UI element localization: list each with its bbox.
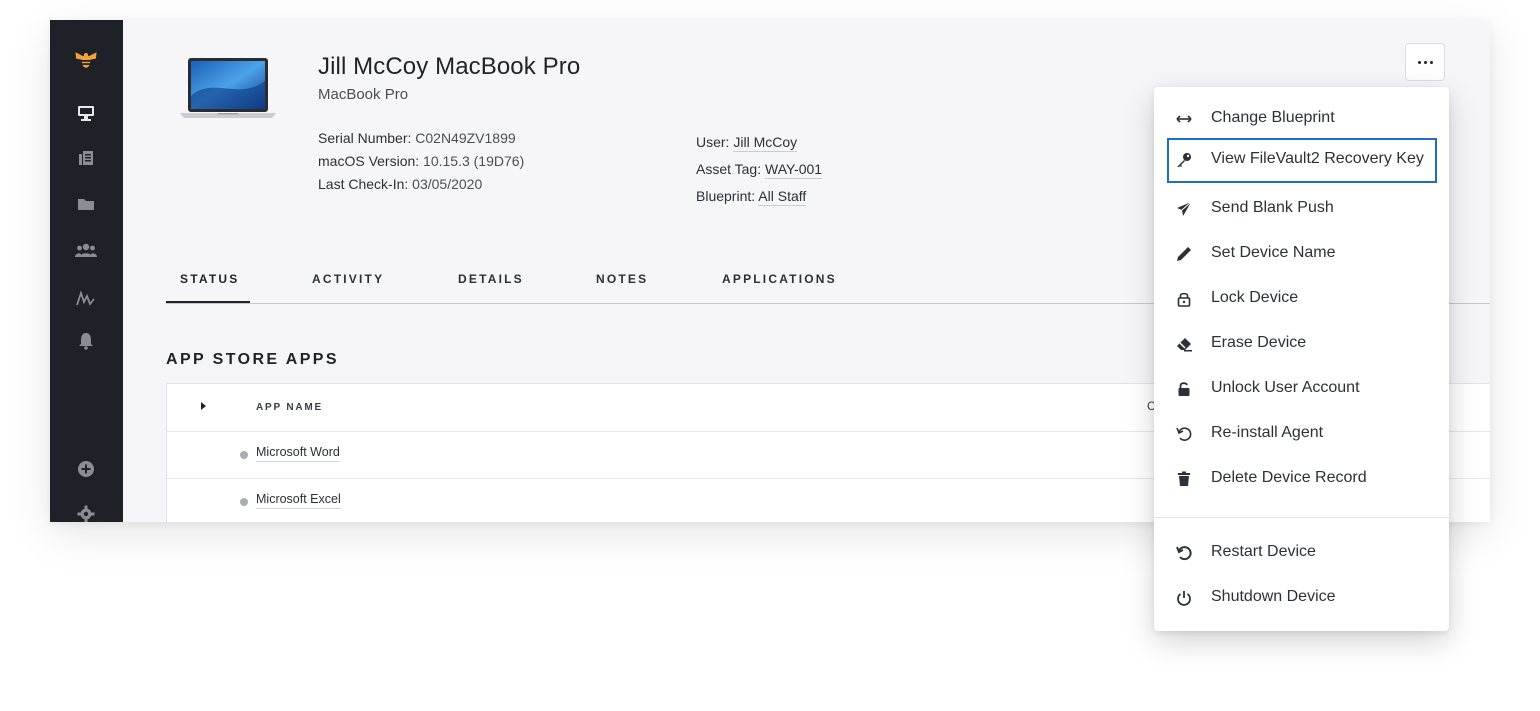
tab-details[interactable]: DETAILS: [458, 272, 524, 286]
app-name-link[interactable]: Microsoft Excel: [256, 492, 341, 509]
menu-item-delete-device-record[interactable]: Delete Device Record: [1167, 457, 1437, 502]
tab-status[interactable]: STATUS: [180, 272, 239, 286]
restart-icon: [1175, 544, 1193, 562]
more-actions-button[interactable]: [1405, 43, 1445, 81]
menu-item-label: Send Blank Push: [1211, 199, 1334, 216]
pencil-icon: [1175, 245, 1193, 263]
menu-item-view-filevault-key[interactable]: View FileVault2 Recovery Key: [1167, 138, 1437, 183]
menu-item-reinstall-agent[interactable]: Re-install Agent: [1167, 412, 1437, 457]
menu-item-set-device-name[interactable]: Set Device Name: [1167, 232, 1437, 277]
menu-item-label: Set Device Name: [1211, 244, 1336, 261]
blueprint-link[interactable]: All Staff: [758, 188, 807, 206]
asset-tag-row: Asset Tag: WAY-001: [696, 156, 823, 183]
user-link[interactable]: Jill McCoy: [733, 134, 798, 152]
user-row: User: Jill McCoy: [696, 129, 822, 156]
tab-notes[interactable]: NOTES: [596, 272, 648, 286]
device-title: Jill McCoy MacBook Pro: [318, 53, 581, 80]
serial-number-label: Serial Number:: [318, 130, 412, 146]
last-checkin-label: Last Check-In:: [318, 176, 409, 192]
ellipsis-dot: [1429, 60, 1433, 64]
menu-item-unlock-user-account[interactable]: Unlock User Account: [1167, 367, 1437, 412]
menu-item-change-blueprint[interactable]: Change Blueprint: [1167, 97, 1437, 142]
blueprint-label: Blueprint:: [696, 188, 756, 204]
column-header-app-name[interactable]: APP NAME: [256, 402, 323, 413]
power-icon: [1175, 589, 1193, 607]
bell-icon[interactable]: [74, 329, 98, 353]
macos-version-value: 10.15.3 (19D76): [423, 153, 525, 169]
menu-item-lock-device[interactable]: Lock Device: [1167, 277, 1437, 322]
asset-tag-value[interactable]: WAY-001: [765, 161, 823, 179]
menu-item-label: Erase Device: [1211, 334, 1307, 351]
menu-item-send-blank-push[interactable]: Send Blank Push: [1167, 187, 1437, 232]
menu-item-label: Lock Device: [1211, 289, 1299, 306]
trash-icon: [1175, 470, 1193, 488]
status-dot-icon: [240, 498, 248, 506]
app-name-link[interactable]: Microsoft Word: [256, 445, 340, 462]
settings-gear-icon[interactable]: [74, 502, 98, 522]
blueprint-row: Blueprint: All Staff: [696, 183, 822, 210]
expand-caret-icon[interactable]: [201, 402, 206, 410]
add-circle-icon[interactable]: [74, 457, 98, 481]
ellipsis-dot: [1417, 60, 1421, 64]
menu-item-shutdown-device[interactable]: Shutdown Device: [1167, 576, 1437, 621]
bee-logo-icon[interactable]: [74, 48, 98, 72]
library-icon[interactable]: [74, 146, 98, 170]
menu-item-restart-device[interactable]: Restart Device: [1167, 531, 1437, 576]
key-icon: [1175, 151, 1193, 169]
last-checkin-row: Last Check-In: 03/05/2020: [318, 173, 524, 196]
arrows-horizontal-icon: [1175, 110, 1193, 128]
unlock-icon: [1175, 380, 1193, 398]
macos-version-row: macOS Version: 10.15.3 (19D76): [318, 150, 524, 173]
menu-item-label: Change Blueprint: [1211, 109, 1335, 126]
device-info-left: Serial Number: C02N49ZV1899 macOS Versio…: [318, 127, 524, 196]
computer-icon[interactable]: [74, 101, 98, 125]
macbook-image: [178, 56, 278, 122]
user-label: User:: [696, 134, 730, 150]
status-dot-icon: [240, 451, 248, 459]
sidebar: [50, 20, 123, 522]
undo-icon: [1175, 425, 1193, 443]
lock-icon: [1175, 290, 1193, 308]
menu-item-label: View FileVault2 Recovery Key: [1211, 150, 1424, 167]
macos-version-label: macOS Version:: [318, 153, 420, 169]
device-model: MacBook Pro: [318, 86, 409, 103]
menu-item-label: Shutdown Device: [1211, 588, 1336, 605]
device-actions-menu: Change Blueprint View FileVault2 Recover…: [1154, 87, 1449, 631]
eraser-icon: [1175, 335, 1193, 353]
menu-item-label: Delete Device Record: [1211, 469, 1367, 486]
menu-item-label: Unlock User Account: [1211, 379, 1360, 396]
device-info-right: User: Jill McCoy Asset Tag: WAY-001 Blue…: [696, 129, 823, 210]
serial-number-value: C02N49ZV1899: [415, 130, 516, 146]
tab-activity[interactable]: ACTIVITY: [312, 272, 384, 286]
menu-item-erase-device[interactable]: Erase Device: [1167, 322, 1437, 367]
tab-applications[interactable]: APPLICATIONS: [722, 272, 837, 286]
asset-tag-label: Asset Tag:: [696, 161, 762, 177]
menu-divider: [1154, 517, 1449, 518]
users-icon[interactable]: [74, 238, 98, 262]
menu-item-label: Restart Device: [1211, 543, 1316, 560]
serial-number-row: Serial Number: C02N49ZV1899: [318, 127, 524, 150]
section-title: APP STORE APPS: [166, 351, 339, 368]
activity-graph-icon[interactable]: [74, 286, 98, 310]
active-tab-indicator: [166, 301, 250, 303]
ellipsis-dot: [1423, 60, 1427, 64]
folder-icon[interactable]: [74, 192, 98, 216]
menu-item-label: Re-install Agent: [1211, 424, 1324, 441]
paper-plane-icon: [1175, 200, 1193, 218]
last-checkin-value: 03/05/2020: [412, 176, 483, 192]
